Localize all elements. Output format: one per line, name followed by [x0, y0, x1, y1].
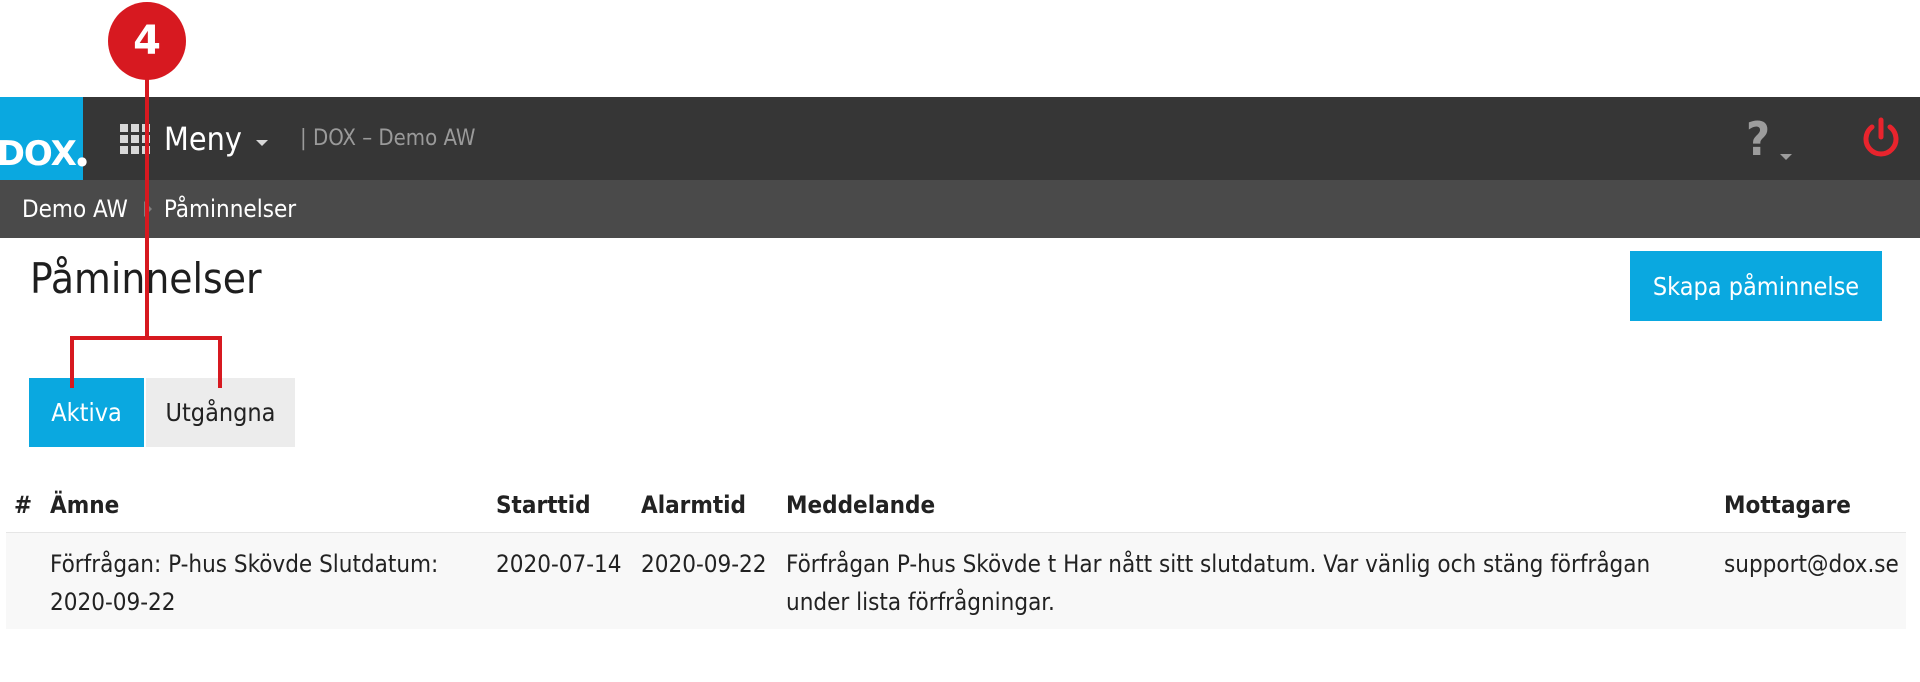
menu-button[interactable]: Meny	[120, 97, 268, 180]
cell-alarm: 2020-09-22	[641, 550, 767, 578]
top-navbar: DOX ● Meny | DOX – Demo AW ?	[0, 97, 1920, 180]
help-icon: ?	[1746, 111, 1771, 166]
column-header-alarm[interactable]: Alarmtid	[641, 480, 746, 530]
cell-recipient: support@dox.se	[1724, 550, 1899, 578]
callout-bracket-left	[70, 336, 74, 388]
column-header-message[interactable]: Meddelande	[786, 480, 935, 530]
logo-dot: ●	[76, 154, 88, 168]
logo-text: DOX	[0, 134, 77, 174]
breadcrumb-item-demo-aw[interactable]: Demo AW	[22, 195, 128, 223]
chevron-down-icon	[1780, 153, 1793, 160]
power-icon[interactable]	[1860, 117, 1902, 159]
cell-message: Förfrågan P-hus Skövde t Har nått sitt s…	[786, 550, 1651, 616]
breadcrumb-item-current: Påminnelser	[163, 195, 297, 223]
cell-start: 2020-07-14	[496, 550, 622, 578]
help-button[interactable]: ?	[1746, 97, 1793, 180]
dox-logo[interactable]: DOX ●	[0, 97, 88, 180]
cell-subject: Förfrågan: P-hus Skövde Slutdatum: 2020-…	[50, 550, 439, 616]
column-header-recipient[interactable]: Mottagare	[1724, 480, 1851, 530]
breadcrumb: Demo AW Påminnelser	[0, 180, 1920, 238]
callout-line	[145, 78, 149, 340]
callout-bracket-right	[218, 336, 222, 388]
chevron-down-icon	[255, 139, 268, 146]
column-header-subject[interactable]: Ämne	[50, 480, 119, 530]
navbar-context: | DOX – Demo AW	[300, 126, 476, 151]
callout-bracket	[70, 336, 222, 340]
table-row[interactable]: Förfrågan: P-hus Skövde Slutdatum: 2020-…	[6, 532, 1906, 629]
create-reminder-button[interactable]: Skapa påminnelse	[1630, 251, 1882, 321]
column-header-start[interactable]: Starttid	[496, 480, 591, 530]
tab-active[interactable]: Aktiva	[29, 378, 144, 447]
tab-expired[interactable]: Utgångna	[146, 378, 295, 447]
column-header-number: #	[14, 491, 33, 519]
callout-number: 4	[108, 2, 186, 80]
menu-label: Meny	[164, 119, 242, 158]
